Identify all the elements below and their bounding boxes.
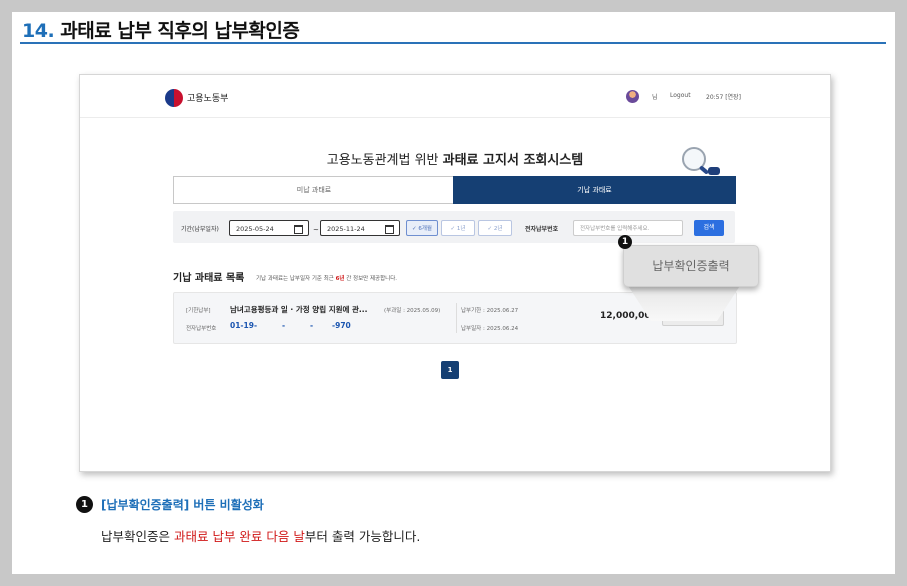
logout-link[interactable]: Logout	[670, 92, 691, 99]
due-date: 납부기한 : 2025.06.27	[461, 308, 519, 314]
list-notice: 기납 과태료는 납부일자 기준 최근 6년 간 정보만 제공합니다.	[256, 274, 397, 282]
document-title-text: 과태료 납부 직후의 납부확인증	[54, 20, 300, 42]
hand-illustration-icon	[708, 167, 720, 175]
note-body-highlight: 과태료 납부 완료 다음 날	[173, 529, 305, 544]
user-avatar-icon	[626, 90, 639, 103]
document-page: 14. 과태료 납부 직후의 납부확인증 고용노동부 님 Logout 20:5…	[12, 12, 895, 574]
system-title-bold: 과태료 고지서 조회시스템	[442, 153, 584, 168]
ebill-number-part-1: 01-19-	[230, 321, 258, 330]
date-from-input[interactable]: 2025-05-24	[229, 220, 309, 236]
period-2-years-button[interactable]: ✓ 2년	[478, 220, 512, 236]
note-title: [납부확인증출력] 버튼 비활성화	[101, 498, 264, 512]
date-range-separator: ~	[313, 226, 319, 234]
paid-date: 납부일자 : 2025.06.24	[461, 326, 519, 332]
ebill-number-part-2: -	[282, 321, 286, 330]
calendar-icon[interactable]	[294, 225, 303, 234]
app-screenshot: 고용노동부 님 Logout 20:57 [연장] 고용노동관계법 위반 과태료…	[79, 74, 831, 472]
app-header: 고용노동부 님 Logout 20:57 [연장]	[80, 75, 830, 118]
fine-name: 남녀고용평등과 일 · 가정 양립 지원에 관...	[230, 305, 368, 314]
ebill-number-input[interactable]: 전자납부번호를 입력해주세요.	[573, 220, 683, 236]
system-title-prefix: 고용노동관계법 위반	[326, 153, 443, 168]
calendar-icon[interactable]	[385, 225, 394, 234]
page-1-button[interactable]: 1	[441, 361, 459, 379]
note-body-prefix: 납부확인증은	[101, 529, 174, 544]
list-notice-suffix: 간 정보만 제공합니다.	[346, 276, 398, 282]
payment-type-tag: [기한납부]	[186, 308, 211, 314]
paid-fines-list-title: 기납 과태료 목록	[173, 273, 245, 284]
levy-date: (부과일 : 2025.05.09)	[384, 308, 441, 314]
ebill-number-label: 전자납부번호	[525, 226, 559, 233]
document-title: 14. 과태료 납부 직후의 납부확인증	[22, 16, 300, 43]
note-body-suffix: 부터 출력 가능합니다.	[304, 529, 421, 544]
title-underline	[20, 42, 886, 44]
ebill-number-part-3: -	[310, 321, 314, 330]
note-body: 납부확인증은 과태료 납부 완료 다음 날부터 출력 가능합니다.	[101, 526, 420, 545]
date-to-input[interactable]: 2025-11-24	[320, 220, 400, 236]
date-from-value: 2025-05-24	[236, 225, 274, 233]
search-button[interactable]: 검색	[694, 220, 724, 236]
ministry-name[interactable]: 고용노동부	[187, 91, 228, 104]
user-name-suffix: 님	[652, 94, 658, 101]
date-to-value: 2025-11-24	[327, 225, 365, 233]
list-notice-prefix: 기납 과태료는 납부일자 기준 최근	[256, 276, 334, 282]
print-receipt-callout: 납부확인증출력	[623, 245, 759, 287]
period-label: 기간(납부일자)	[181, 226, 219, 233]
ebill-number-part-4: -970	[332, 321, 351, 330]
document-title-number: 14.	[22, 20, 55, 42]
period-6-months-button[interactable]: ✓ 6개월	[406, 220, 438, 236]
ebill-number-caption: 전자납부번호	[186, 326, 217, 332]
session-timer-extend[interactable]: 20:57 [연장]	[706, 92, 741, 101]
ministry-logo-icon[interactable]	[165, 89, 183, 107]
callout-number-badge: 1	[618, 235, 632, 249]
card-divider	[456, 303, 457, 333]
system-title: 고용노동관계법 위반 과태료 고지서 조회시스템	[80, 149, 830, 168]
note-number-badge: 1	[76, 496, 93, 513]
period-1-year-button[interactable]: ✓ 1년	[441, 220, 475, 236]
tab-paid-fines[interactable]: 기납 과태료	[453, 176, 736, 204]
list-notice-highlight: 6년	[335, 276, 345, 282]
tab-unpaid-fines[interactable]: 미납 과태료	[173, 176, 455, 204]
search-filter-bar: 기간(납부일자) 2025-05-24 ~ 2025-11-24 ✓ 6개월 ✓…	[173, 211, 735, 243]
